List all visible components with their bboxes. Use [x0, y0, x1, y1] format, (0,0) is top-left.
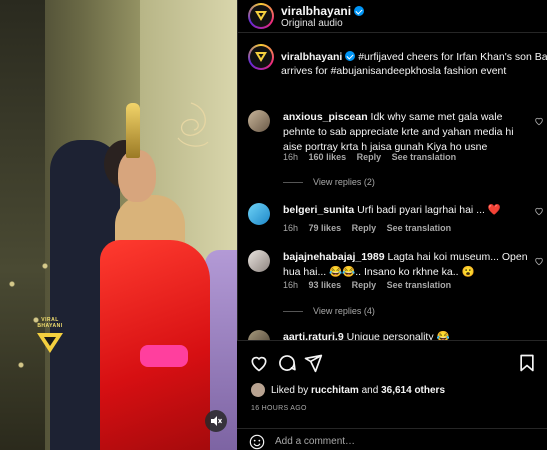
author-username[interactable]: viralbhayani — [281, 4, 351, 18]
liked-by-user[interactable]: rucchitam — [311, 385, 359, 396]
comment-body: bajajnehabajaj_1989 Lagta hai koi museum… — [283, 250, 528, 280]
caption-username[interactable]: viralbhayani — [281, 51, 342, 63]
comment-likes[interactable]: 160 likes — [309, 152, 347, 162]
share-paper-plane-icon[interactable] — [303, 353, 323, 373]
post-details-panel: viralbhayani Original audio viralbhayani… — [237, 0, 547, 450]
like-comment-heart-icon[interactable] — [534, 206, 544, 216]
commenter-avatar[interactable] — [248, 110, 270, 132]
reply-button[interactable]: Reply — [352, 280, 377, 290]
liked-by-prefix: Liked by — [271, 384, 309, 396]
verified-badge-icon — [354, 6, 365, 16]
save-bookmark-icon[interactable] — [517, 353, 537, 373]
caption-avatar[interactable] — [248, 44, 274, 70]
audio-label[interactable]: Original audio — [281, 18, 343, 29]
v-logo-icon — [255, 52, 267, 62]
liked-by-count[interactable]: 36,614 others — [381, 385, 445, 396]
replies-divider — [283, 181, 303, 183]
see-translation-link[interactable]: See translation — [392, 152, 457, 162]
speaker-muted-icon — [211, 416, 222, 426]
add-comment-input[interactable]: Add a comment… — [275, 436, 355, 447]
like-comment-heart-icon[interactable] — [534, 256, 544, 266]
comment-time[interactable]: 16h — [283, 280, 298, 290]
comment-body: anxious_piscean Idk why same met gala wa… — [283, 110, 528, 155]
reply-button[interactable]: Reply — [352, 223, 377, 233]
commenter-avatar[interactable] — [248, 203, 270, 225]
caption-body: #urfijaved cheers for Irfan Khan's son B… — [358, 51, 547, 63]
comment-text: Urfi badi pyari lagrhai hai ... ❤️ — [357, 204, 501, 216]
pink-belt — [140, 345, 188, 367]
view-replies-button[interactable]: View replies (4) — [283, 306, 375, 316]
comment-username[interactable]: bajajnehabajaj_1989 — [283, 251, 385, 263]
comment-username[interactable]: anxious_piscean — [283, 111, 368, 123]
like-heart-icon[interactable] — [249, 353, 269, 373]
comment-likes[interactable]: 93 likes — [309, 280, 342, 290]
comment-time[interactable]: 16h — [283, 152, 298, 162]
comment-meta: 16h 93 likes Reply See translation — [283, 280, 459, 290]
comment-bubble-icon[interactable] — [277, 353, 297, 373]
comment-likes[interactable]: 79 likes — [309, 223, 342, 233]
caption-body-line2: arrives for #abujanisandeepkhosla fashio… — [281, 65, 507, 77]
see-translation-link[interactable]: See translation — [387, 280, 452, 290]
author-username-row[interactable]: viralbhayani — [281, 4, 365, 18]
v-logo-icon — [255, 11, 267, 21]
watermark-v-logo — [37, 333, 63, 353]
replies-divider — [283, 310, 303, 312]
liked-by-row: Liked by rucchitam and 36,614 others — [251, 383, 445, 397]
liked-by-and: and — [361, 384, 379, 396]
comment-username[interactable]: belgeri_sunita — [283, 204, 354, 216]
gold-crown — [126, 103, 140, 158]
emoji-smiley-icon[interactable] — [249, 434, 265, 450]
see-translation-link[interactable]: See translation — [387, 223, 452, 233]
comment-meta: 16h 79 likes Reply See translation — [283, 223, 459, 233]
add-comment-bar: Add a comment… — [237, 428, 547, 450]
commenter-avatar[interactable] — [248, 250, 270, 272]
comment-meta: 16h 160 likes Reply See translation — [283, 152, 464, 162]
view-replies-label[interactable]: View replies (2) — [313, 177, 375, 187]
post-actions-bar: Liked by rucchitam and 36,614 others 16 … — [237, 340, 547, 450]
view-replies-button[interactable]: View replies (2) — [283, 177, 375, 187]
liker-avatar[interactable] — [251, 383, 265, 397]
viral-bhayani-watermark: VIRAL BHAYANI — [30, 317, 70, 357]
post-header: viralbhayani Original audio — [237, 0, 547, 33]
author-avatar[interactable] — [248, 3, 274, 29]
like-comment-heart-icon[interactable] — [534, 116, 544, 126]
comment-time[interactable]: 16h — [283, 223, 298, 233]
post-time-ago[interactable]: 16 HOURS AGO — [251, 405, 307, 412]
verified-badge-icon — [345, 51, 356, 61]
reply-button[interactable]: Reply — [357, 152, 382, 162]
decor-swirl — [177, 102, 209, 147]
caption-text: viralbhayani #urfijaved cheers for Irfan… — [281, 50, 547, 78]
post-media-video[interactable]: VIRAL BHAYANI — [0, 0, 237, 450]
comment-body: belgeri_sunita Urfi badi pyari lagrhai h… — [283, 203, 528, 218]
view-replies-label[interactable]: View replies (4) — [313, 306, 375, 316]
mute-button[interactable] — [205, 410, 227, 432]
